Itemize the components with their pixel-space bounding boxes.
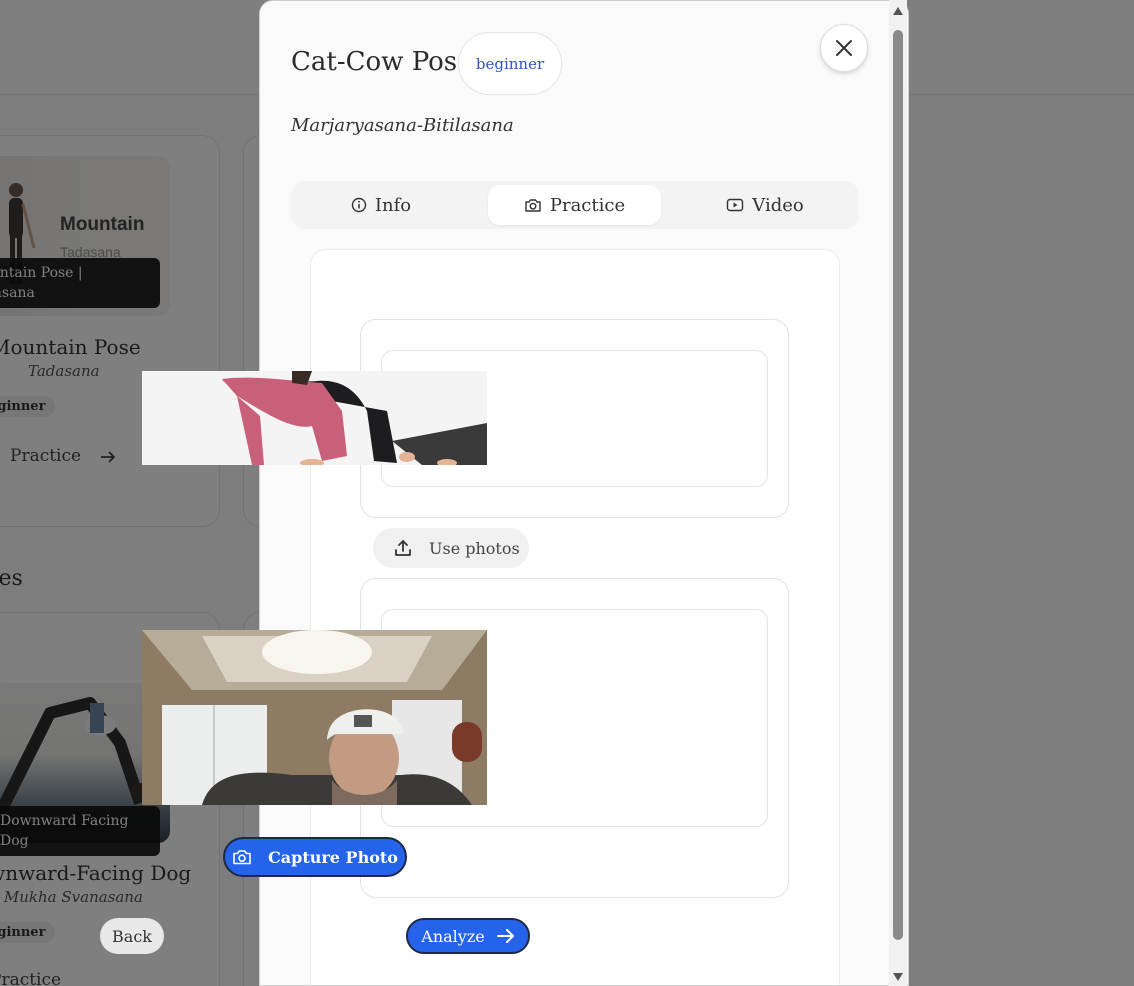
use-photos-button[interactable]: Use photos [373, 528, 529, 568]
analyze-label: Analyze [421, 926, 485, 946]
upload-icon [393, 538, 413, 558]
reference-photo [142, 371, 487, 465]
tab-bar: Info Practice Video [291, 181, 859, 229]
capture-photo-button[interactable]: Capture Photo [223, 837, 407, 877]
scroll-down-icon[interactable] [892, 972, 904, 982]
modal-title: Cat-Cow Pose [291, 47, 473, 77]
modal-scrollbar[interactable] [889, 0, 907, 986]
analyze-button[interactable]: Analyze [406, 918, 530, 954]
camera-icon [524, 197, 542, 213]
close-button[interactable] [820, 24, 868, 72]
close-icon [836, 40, 852, 56]
tab-practice[interactable]: Practice [488, 185, 661, 225]
tab-video-label: Video [752, 194, 804, 216]
capture-photo-label: Capture Photo [268, 847, 398, 867]
tab-practice-label: Practice [549, 194, 626, 216]
tab-info-label: Info [374, 194, 412, 216]
tab-info[interactable]: Info [311, 185, 451, 225]
tab-video[interactable]: Video [691, 185, 839, 225]
video-icon [726, 197, 744, 213]
webcam-feed [142, 630, 487, 805]
arrow-right-icon [496, 929, 515, 943]
scroll-up-icon[interactable] [892, 6, 904, 16]
sanskrit-name: Marjaryasana-Bitilasana [291, 115, 514, 136]
cat-cow-pose-image [142, 371, 487, 465]
scrollbar-thumb[interactable] [893, 30, 903, 940]
info-icon [351, 197, 367, 213]
camera-icon [232, 848, 252, 866]
level-badge: beginner [458, 32, 562, 95]
back-button[interactable]: Back [100, 918, 164, 954]
use-photos-label: Use photos [429, 538, 520, 558]
webcam-image [142, 630, 487, 805]
